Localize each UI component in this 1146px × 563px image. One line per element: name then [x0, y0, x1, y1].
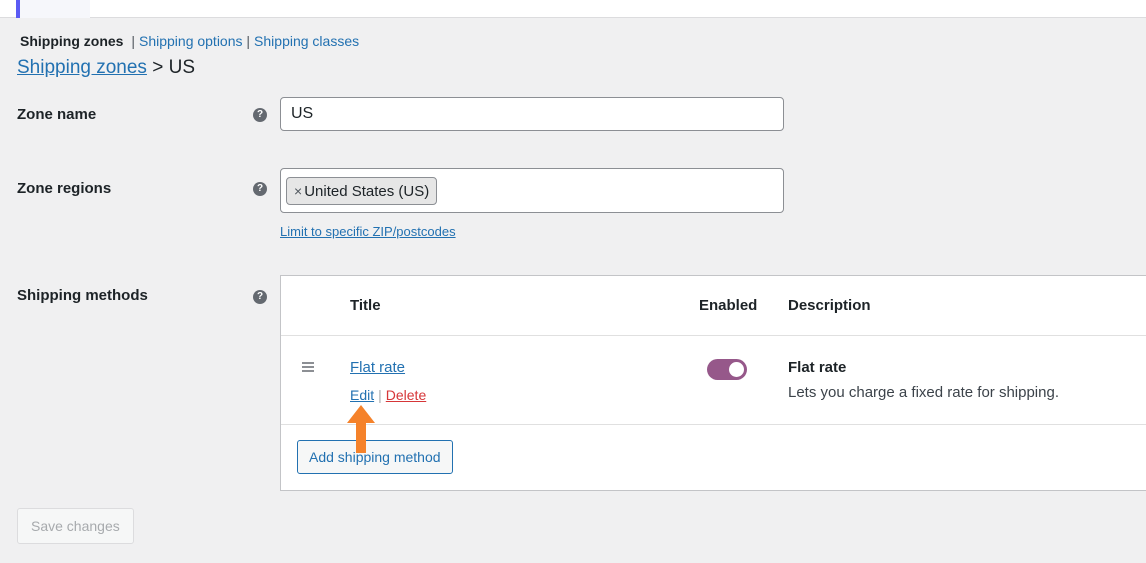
enabled-toggle[interactable] — [707, 359, 747, 380]
table-header: Title Enabled Description — [281, 276, 1146, 336]
breadcrumb: Shipping zones > US — [17, 57, 195, 79]
shipping-methods-table: Title Enabled Description Flat rate Edit… — [280, 275, 1146, 491]
zone-name-input[interactable]: US — [280, 97, 784, 131]
tab-shipping-options[interactable]: Shipping options — [139, 33, 243, 49]
chip-remove-icon[interactable]: × — [294, 183, 302, 199]
zone-regions-help-icon[interactable]: ? — [253, 182, 267, 196]
top-bar-active-tab[interactable] — [20, 0, 90, 18]
table-row: Flat rate Edit | Delete Flat rate Lets you… — [281, 336, 1146, 425]
tab-shipping-zones[interactable]: Shipping zones — [20, 33, 123, 49]
shipping-sub-nav: Shipping zones | Shipping options | Shippi… — [20, 33, 359, 49]
shipping-methods-label: Shipping methods — [17, 287, 148, 304]
breadcrumb-shipping-zones-link[interactable]: Shipping zones — [17, 57, 147, 78]
region-chip-label: United States (US) — [304, 183, 430, 200]
zone-regions-label: Zone regions — [17, 180, 112, 197]
save-changes-button[interactable]: Save changes — [17, 508, 134, 544]
breadcrumb-separator: > — [152, 57, 164, 78]
up-arrow-annotation-icon — [347, 405, 375, 453]
toggle-knob — [729, 362, 744, 377]
method-title-link[interactable]: Flat rate — [350, 359, 405, 376]
column-enabled: Enabled — [699, 297, 758, 314]
column-title: Title — [350, 297, 381, 314]
drag-handle-icon[interactable] — [302, 362, 314, 374]
limit-postcodes-link[interactable]: Limit to specific ZIP/postcodes — [280, 224, 456, 239]
tab-shipping-classes[interactable]: Shipping classes — [254, 33, 359, 49]
tab-separator: | — [131, 33, 135, 49]
zone-regions-select[interactable]: × United States (US) — [280, 168, 784, 213]
row-actions: Edit | Delete — [350, 387, 426, 403]
tab-separator: | — [246, 33, 251, 49]
breadcrumb-current: US — [168, 57, 196, 78]
shipping-methods-help-icon[interactable]: ? — [253, 290, 267, 304]
column-description: Description — [788, 297, 871, 314]
region-chip: × United States (US) — [286, 177, 438, 205]
zone-name-label: Zone name — [17, 106, 97, 123]
delete-link[interactable]: Delete — [386, 387, 426, 403]
edit-link[interactable]: Edit — [350, 387, 374, 403]
description-title: Flat rate — [788, 359, 847, 376]
top-bar — [0, 0, 1146, 18]
description-text: Lets you charge a fixed rate for shippin… — [788, 384, 1059, 401]
row-actions-separator: | — [378, 387, 382, 403]
zone-name-help-icon[interactable]: ? — [253, 108, 267, 122]
